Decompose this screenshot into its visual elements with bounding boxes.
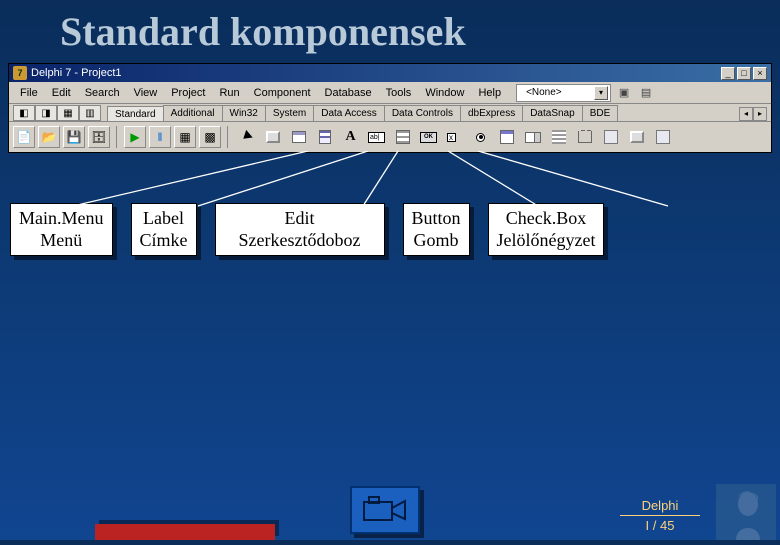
delphi-ide-window: 7 Delphi 7 - Project1 _ □ × File Edit Se… [8,63,772,153]
radiogroup-icon [604,130,618,144]
palette-popupmenu[interactable] [313,126,336,148]
save-button[interactable]: 💾 [63,126,85,148]
speed-button-3[interactable]: ▦ [57,105,79,121]
palette-radiogroup[interactable] [599,126,622,148]
tab-dbexpress[interactable]: dbExpress [460,105,523,121]
palette-groupbox[interactable] [573,126,596,148]
button-icon: OK [420,132,437,143]
toolbar-btn-a[interactable]: ▦ [174,126,196,148]
toolbar-btn-b[interactable]: ▩ [199,126,221,148]
slide-title: Standard komponensek [0,0,780,63]
mainmenu-icon [292,131,306,143]
palette-frames[interactable] [261,126,284,148]
run-button[interactable]: ▶ [124,126,146,148]
menu-window[interactable]: Window [418,85,471,101]
speed-button-1[interactable]: ◧ [13,105,35,121]
ide-menubar: File Edit Search View Project Run Compon… [9,82,771,104]
palette-mainmenu[interactable] [287,126,310,148]
scrollbar-icon [552,130,566,144]
pointer-icon [243,132,251,142]
palette-memo[interactable] [391,126,414,148]
delphi-logo-icon: 7 [13,66,27,80]
menu-component[interactable]: Component [247,85,318,101]
tab-datasnap[interactable]: DataSnap [522,105,582,121]
checkbox-icon: x [447,131,463,143]
page-label: Delphi I / 45 [620,498,700,534]
palette-actionlist[interactable] [651,126,674,148]
palette-button[interactable]: OK [417,126,440,148]
tab-system[interactable]: System [265,105,314,121]
palette-checkbox[interactable]: x [443,126,466,148]
palette-panel[interactable] [625,126,648,148]
config-combo[interactable]: <None> ▾ [516,84,611,102]
speed-button-2[interactable]: ◨ [35,105,57,121]
camera-icon [363,496,407,524]
slide-footer: Delphi I / 45 [0,478,780,540]
menu-search[interactable]: Search [78,85,127,101]
tab-additional[interactable]: Additional [163,105,223,121]
menu-tools[interactable]: Tools [379,85,419,101]
menu-database[interactable]: Database [318,85,379,101]
palette-pointer[interactable] [235,126,258,148]
chevron-down-icon[interactable]: ▾ [594,86,608,100]
toolbar-icon-2[interactable]: ▤ [637,84,655,102]
memo-icon [396,130,410,144]
minimize-button[interactable]: _ [721,67,735,80]
palette-scrollbar[interactable] [547,126,570,148]
open-button[interactable]: 📂 [38,126,60,148]
edit-icon: ab| [368,132,385,143]
menu-help[interactable]: Help [471,85,508,101]
menu-edit[interactable]: Edit [45,85,78,101]
palette-radiobutton[interactable] [469,126,492,148]
menu-run[interactable]: Run [212,85,246,101]
tab-bde[interactable]: BDE [582,105,619,121]
label-icon: A [345,129,355,145]
palette-edit[interactable]: ab| [365,126,388,148]
toolbar-icon-1[interactable]: ▣ [615,84,633,102]
camera-button[interactable] [350,486,420,534]
saveall-button[interactable]: 🗄 [88,126,110,148]
panel-icon [630,131,644,143]
groupbox-icon [578,131,592,143]
component-palette: 📄 📂 💾 🗄 ▶ ‖ ▦ ▩ A ab| OK x [9,122,771,152]
palette-combobox[interactable] [521,126,544,148]
palette-label[interactable]: A [339,126,362,148]
close-button[interactable]: × [753,67,767,80]
combobox-icon [525,132,541,143]
palette-listbox[interactable] [495,126,518,148]
tab-datacontrols[interactable]: Data Controls [384,105,461,121]
radio-icon [473,133,489,142]
statue-image [716,484,776,540]
ide-titlebar: 7 Delphi 7 - Project1 _ □ × [9,64,771,82]
menu-view[interactable]: View [127,85,165,101]
menu-project[interactable]: Project [164,85,212,101]
listbox-icon [500,130,514,144]
tab-scroll-left-icon[interactable]: ◂ [739,107,753,121]
tab-win32[interactable]: Win32 [222,105,266,121]
speed-button-4[interactable]: ▥ [79,105,101,121]
new-button[interactable]: 📄 [13,126,35,148]
footer-redbar [95,524,275,540]
popupmenu-icon [319,130,331,144]
combo-value: <None> [519,85,569,100]
actionlist-icon [656,130,670,144]
menu-file[interactable]: File [13,85,45,101]
tab-standard[interactable]: Standard [107,106,164,122]
callout-lines [8,153,772,203]
maximize-button[interactable]: □ [737,67,751,80]
pause-button[interactable]: ‖ [149,126,171,148]
frames-icon [266,131,280,143]
ide-title-text: Delphi 7 - Project1 [31,67,122,79]
tab-dataaccess[interactable]: Data Access [313,105,385,121]
component-tabs: ◧ ◨ ▦ ▥ Standard Additional Win32 System… [9,104,771,122]
tab-scroll-right-icon[interactable]: ▸ [753,107,767,121]
